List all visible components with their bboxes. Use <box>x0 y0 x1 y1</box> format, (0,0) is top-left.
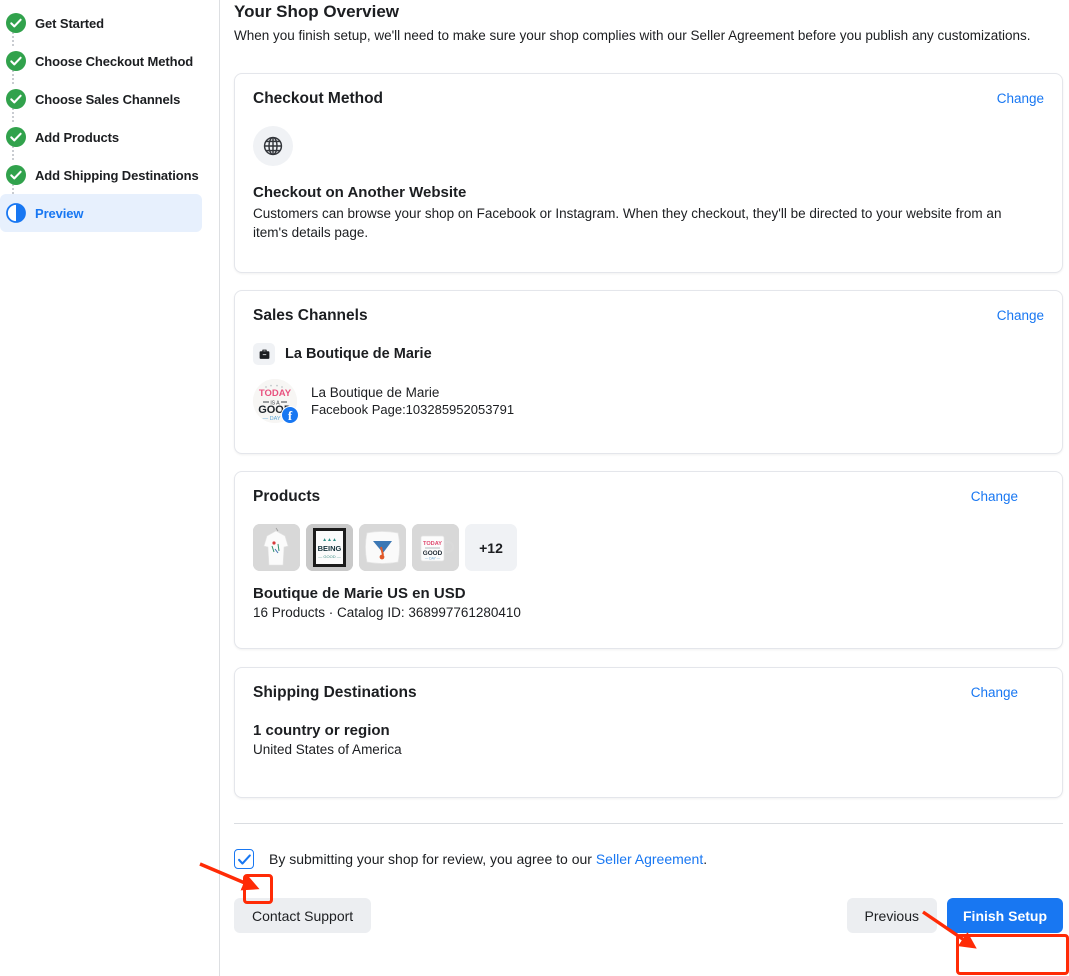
check-circle-icon <box>6 51 26 71</box>
sidebar-item-label: Add Shipping Destinations <box>35 167 199 183</box>
catalog-meta: 16 Products · Catalog ID: 36899776128041… <box>253 605 521 620</box>
contact-support-button[interactable]: Contact Support <box>234 898 372 933</box>
half-circle-icon <box>6 203 26 223</box>
sales-channels-change-link[interactable]: Change <box>997 308 1044 323</box>
shipping-destinations-card: Shipping Destinations Change 1 country o… <box>234 667 1063 798</box>
card-title: Products <box>253 488 321 505</box>
agreement-checkbox[interactable] <box>234 849 254 869</box>
products-card: Products Change ▲▲▲ BEING — GOOD — TODAY… <box>234 471 1063 649</box>
sidebar-item-get-started[interactable]: Get Started <box>0 4 202 42</box>
svg-text:TODAY: TODAY <box>423 541 442 547</box>
channel-name: La Boutique de Marie <box>285 346 432 362</box>
previous-button[interactable]: Previous <box>846 898 937 933</box>
shop-bag-icon <box>253 343 275 365</box>
more-products-thumb[interactable]: +12 <box>465 524 517 571</box>
agreement-text-after: . <box>703 851 708 867</box>
avatar: TODAY IS A GOOD — DAY — f <box>253 379 299 424</box>
checkout-change-link[interactable]: Change <box>997 91 1044 106</box>
page-subtitle: When you finish setup, we'll need to mak… <box>234 28 1031 43</box>
footer-divider <box>234 823 1063 824</box>
main-content: Your Shop Overview When you finish setup… <box>220 0 1069 976</box>
check-circle-icon <box>6 127 26 147</box>
shipping-country-list: United States of America <box>253 742 402 757</box>
check-circle-icon <box>6 165 26 185</box>
shipping-change-link[interactable]: Change <box>971 685 1018 700</box>
svg-text:— GOOD —: — GOOD — <box>318 554 340 559</box>
checkout-method-card: Checkout Method Change Checkout on Anoth… <box>234 73 1063 273</box>
card-title: Shipping Destinations <box>253 684 417 701</box>
long-sleeve-shirt-thumb[interactable] <box>253 524 300 571</box>
mug-thumb[interactable]: TODAY GOOD — DAY — <box>412 524 459 571</box>
sidebar-item-preview[interactable]: Preview <box>0 194 202 232</box>
sidebar-item-add-products[interactable]: Add Products <box>0 118 202 156</box>
svg-text:BEING: BEING <box>318 544 342 553</box>
shop-setup-page: Get Started Choose Checkout Method Choos… <box>0 0 1069 976</box>
product-thumbnails: ▲▲▲ BEING — GOOD — TODAY GOOD — DAY — +1… <box>253 524 1044 571</box>
sidebar-item-label: Preview <box>35 205 84 221</box>
agreement-text-before: By submitting your shop for review, you … <box>269 851 596 867</box>
catalog-name: Boutique de Marie US en USD <box>253 585 466 602</box>
agreement-text: By submitting your shop for review, you … <box>269 851 707 867</box>
products-change-link[interactable]: Change <box>971 489 1018 504</box>
facebook-page-name: La Boutique de Marie <box>311 385 440 400</box>
framed-poster-thumb[interactable]: ▲▲▲ BEING — GOOD — <box>306 524 353 571</box>
footer-actions: Contact Support Previous Finish Setup <box>220 898 1069 933</box>
sidebar-item-label: Get Started <box>35 15 104 31</box>
svg-text:▲▲▲: ▲▲▲ <box>322 537 337 543</box>
card-title: Sales Channels <box>253 307 368 324</box>
check-circle-icon <box>6 89 26 109</box>
sidebar-item-choose-checkout-method[interactable]: Choose Checkout Method <box>0 42 202 80</box>
seller-agreement-link[interactable]: Seller Agreement <box>596 851 703 867</box>
facebook-icon: f <box>281 406 299 424</box>
sidebar-item-label: Choose Sales Channels <box>35 91 181 107</box>
agreement-row: By submitting your shop for review, you … <box>220 849 1069 869</box>
shipping-country-count: 1 country or region <box>253 722 390 739</box>
svg-text:— DAY —: — DAY — <box>425 557 441 561</box>
sidebar-item-label: Choose Checkout Method <box>35 53 194 69</box>
sidebar-item-add-shipping-destinations[interactable]: Add Shipping Destinations <box>0 156 202 194</box>
facebook-page-id: Facebook Page:103285952053791 <box>311 402 515 417</box>
sales-channels-card: Sales Channels Change La Boutique de Mar… <box>234 290 1063 454</box>
checkout-method-description: Customers can browse your shop on Facebo… <box>253 206 1002 241</box>
check-circle-icon <box>6 13 26 33</box>
checkout-method-name: Checkout on Another Website <box>253 184 467 201</box>
facebook-page-row[interactable]: TODAY IS A GOOD — DAY — f La Boutique de… <box>253 379 1044 424</box>
card-title: Checkout Method <box>253 90 384 107</box>
setup-steps-sidebar: Get Started Choose Checkout Method Choos… <box>0 0 220 976</box>
finish-setup-button[interactable]: Finish Setup <box>947 898 1063 933</box>
sidebar-item-label: Add Products <box>35 129 120 145</box>
page-title: Your Shop Overview <box>234 2 400 21</box>
globe-icon <box>253 126 293 166</box>
sidebar-item-choose-sales-channels[interactable]: Choose Sales Channels <box>0 80 202 118</box>
page-header: Your Shop Overview When you finish setup… <box>220 2 1069 43</box>
svg-text:TODAY: TODAY <box>259 388 292 399</box>
channel-row: La Boutique de Marie <box>253 343 1044 365</box>
throw-pillow-thumb[interactable] <box>359 524 406 571</box>
